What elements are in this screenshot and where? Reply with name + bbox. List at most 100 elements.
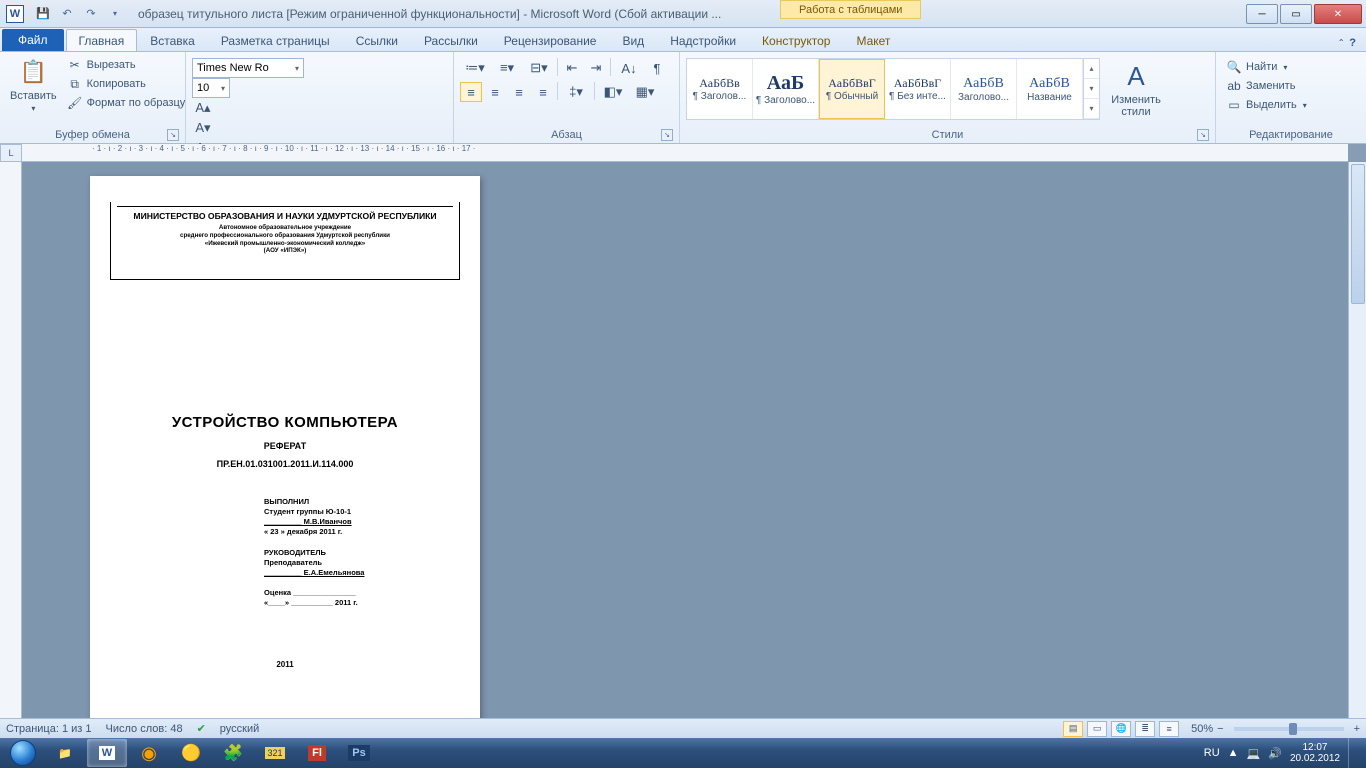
tab-table-layout[interactable]: Макет <box>843 29 903 51</box>
taskbar-aimp[interactable]: ◉ <box>129 739 169 767</box>
tab-insert[interactable]: Вставка <box>137 29 208 51</box>
signers-block: ВЫПОЛНИЛ Студент группы Ю-10-1 _________… <box>264 497 456 608</box>
status-page[interactable]: Страница: 1 из 1 <box>6 723 92 735</box>
view-draft-button[interactable]: ≡ <box>1159 721 1179 737</box>
window-maximize-button[interactable]: ▭ <box>1280 4 1312 24</box>
tray-flag-icon[interactable]: ▲ <box>1228 747 1239 759</box>
tray-network-icon[interactable]: 💻 <box>1247 747 1261 760</box>
tray-language[interactable]: RU <box>1204 747 1220 759</box>
select-button[interactable]: ▭Выделить▾ <box>1222 96 1311 114</box>
paste-button[interactable]: 📋 Вставить ▾ <box>6 54 61 115</box>
window-minimize-button[interactable]: ─ <box>1246 4 1278 24</box>
shading-button[interactable]: ◧▾ <box>598 82 628 102</box>
taskbar-app1[interactable]: 🧩 <box>213 739 253 767</box>
editing-group-label: Редактирование <box>1249 129 1333 141</box>
show-marks-button[interactable]: ¶ <box>646 58 668 78</box>
select-icon: ▭ <box>1226 97 1242 113</box>
show-desktop-button[interactable] <box>1348 738 1358 768</box>
title-bar: W 💾 ↶ ↷ ▾ образец титульного листа [Режи… <box>0 0 1366 28</box>
clipboard-launcher-icon[interactable]: ↘ <box>167 129 179 141</box>
ruler-corner[interactable]: L <box>0 144 22 162</box>
paragraph-launcher-icon[interactable]: ↘ <box>661 129 673 141</box>
increase-indent-button[interactable]: ⇥ <box>585 58 607 78</box>
change-styles-button[interactable]: A Изменить стили <box>1106 58 1166 120</box>
help-icon[interactable]: ? <box>1349 37 1356 51</box>
view-print-layout-button[interactable]: ▤ <box>1063 721 1083 737</box>
replace-button[interactable]: abЗаменить <box>1222 77 1311 95</box>
tray-clock[interactable]: 12:07 20.02.2012 <box>1290 742 1340 764</box>
copy-button[interactable]: ⧉Копировать <box>63 75 190 93</box>
tab-review[interactable]: Рецензирование <box>491 29 610 51</box>
taskbar-explorer[interactable]: 📁 <box>45 739 85 767</box>
ribbon-minimize-icon[interactable]: ˆ <box>1339 37 1343 51</box>
redo-icon[interactable]: ↷ <box>80 3 102 25</box>
qat-customize-icon[interactable]: ▾ <box>104 3 126 25</box>
taskbar-chrome[interactable]: 🟡 <box>171 739 211 767</box>
style-heading2[interactable]: АаБ¶ Заголово... <box>753 59 819 119</box>
multilevel-button[interactable]: ⊟▾ <box>524 58 554 78</box>
style-normal[interactable]: АаБбВвГ¶ Обычный <box>819 59 885 119</box>
document-title: УСТРОЙСТВО КОМПЬЮТЕРА <box>114 414 456 431</box>
document-workspace: L · 1 · ı · 2 · ı · 3 · ı · 4 · ı · 5 · … <box>0 144 1366 718</box>
borders-button[interactable]: ▦▾ <box>630 82 660 102</box>
undo-icon[interactable]: ↶ <box>56 3 78 25</box>
document-area[interactable]: МИНИСТЕРСТВО ОБРАЗОВАНИЯ И НАУКИ УДМУРТС… <box>22 162 1348 718</box>
clipboard-group-label: Буфер обмена <box>55 129 130 141</box>
vertical-ruler[interactable] <box>0 162 22 718</box>
view-outline-button[interactable]: ≣ <box>1135 721 1155 737</box>
taskbar-word[interactable]: W <box>87 739 127 767</box>
window-close-button[interactable]: ✕ <box>1314 4 1362 24</box>
taskbar-photoshop[interactable]: Ps <box>339 739 379 767</box>
align-left-button[interactable]: ≡ <box>460 82 482 102</box>
taskbar-flash[interactable]: Fl <box>297 739 337 767</box>
style-title[interactable]: АаБбВЗаголово... <box>951 59 1017 119</box>
shrink-font-button[interactable]: A▾ <box>192 118 214 138</box>
styles-gallery-scroll[interactable]: ▴▾▾ <box>1083 59 1099 119</box>
grow-font-button[interactable]: A▴ <box>192 98 214 118</box>
vertical-scrollbar[interactable] <box>1348 162 1366 718</box>
tab-table-design[interactable]: Конструктор <box>749 29 843 51</box>
align-right-button[interactable]: ≡ <box>508 82 530 102</box>
cut-icon: ✂ <box>67 57 83 73</box>
tab-references[interactable]: Ссылки <box>343 29 411 51</box>
font-name-combo[interactable]: Times New Ro▾ <box>192 58 304 78</box>
styles-launcher-icon[interactable]: ↘ <box>1197 129 1209 141</box>
tab-page-layout[interactable]: Разметка страницы <box>208 29 343 51</box>
style-subtitle[interactable]: АаБбВНазвание <box>1017 59 1083 119</box>
zoom-in-button[interactable]: + <box>1354 723 1360 735</box>
decrease-indent-button[interactable]: ⇤ <box>561 58 583 78</box>
zoom-level[interactable]: 50% <box>1191 723 1213 735</box>
view-web-layout-button[interactable]: 🌐 <box>1111 721 1131 737</box>
status-word-count[interactable]: Число слов: 48 <box>106 723 183 735</box>
tab-addins[interactable]: Надстройки <box>657 29 749 51</box>
status-language[interactable]: русский <box>220 723 259 735</box>
tray-volume-icon[interactable]: 🔊 <box>1268 747 1282 760</box>
line-spacing-button[interactable]: ‡▾ <box>561 82 591 102</box>
taskbar-mpc[interactable]: 321 <box>255 739 295 767</box>
styles-group-label: Стили <box>932 129 964 141</box>
format-painter-button[interactable]: 🖌Формат по образцу <box>63 94 190 112</box>
document-page[interactable]: МИНИСТЕРСТВО ОБРАЗОВАНИЯ И НАУКИ УДМУРТС… <box>90 176 480 718</box>
tab-mailings[interactable]: Рассылки <box>411 29 491 51</box>
find-button[interactable]: 🔍Найти▾ <box>1222 58 1311 76</box>
document-type: РЕФЕРАТ <box>114 441 456 451</box>
style-heading1[interactable]: АаБбВв¶ Заголов... <box>687 59 753 119</box>
bullets-button[interactable]: ≔▾ <box>460 58 490 78</box>
justify-button[interactable]: ≡ <box>532 82 554 102</box>
start-button[interactable] <box>2 738 44 768</box>
tab-home[interactable]: Главная <box>66 29 138 51</box>
horizontal-ruler[interactable]: · 1 · ı · 2 · ı · 3 · ı · 4 · ı · 5 · ı … <box>22 144 1348 162</box>
save-icon[interactable]: 💾 <box>32 3 54 25</box>
zoom-out-button[interactable]: − <box>1217 723 1223 735</box>
cut-button[interactable]: ✂Вырезать <box>63 56 190 74</box>
font-size-combo[interactable]: 10▾ <box>192 78 230 98</box>
sort-button[interactable]: A↓ <box>614 58 644 78</box>
view-full-screen-button[interactable]: ▭ <box>1087 721 1107 737</box>
status-proofing-icon[interactable]: ✔ <box>197 722 206 735</box>
style-no-spacing[interactable]: АаБбВвГ¶ Без инте... <box>885 59 951 119</box>
tab-view[interactable]: Вид <box>609 29 657 51</box>
tab-file[interactable]: Файл <box>2 29 64 51</box>
numbering-button[interactable]: ≡▾ <box>492 58 522 78</box>
align-center-button[interactable]: ≡ <box>484 82 506 102</box>
zoom-slider[interactable] <box>1234 727 1344 731</box>
